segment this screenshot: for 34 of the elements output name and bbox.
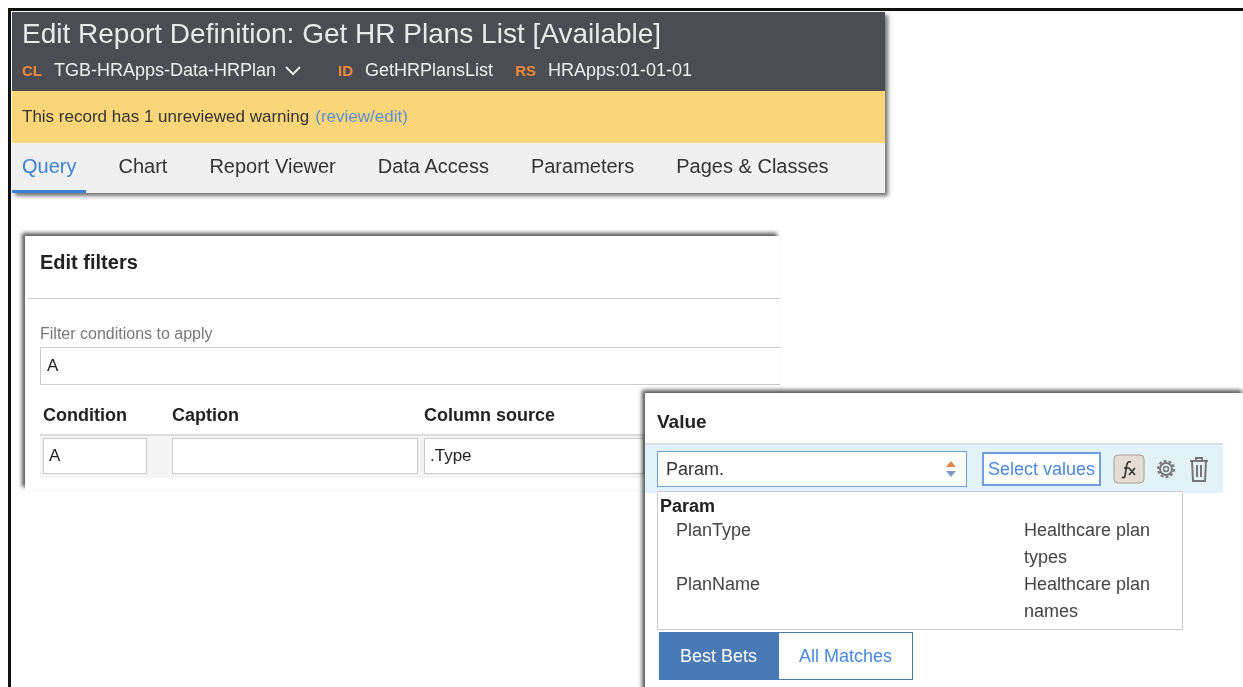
panel-title: Edit filters — [39, 250, 139, 275]
tab[interactable]: Report Viewer — [199, 143, 346, 193]
select-values-button[interactable]: Select values — [982, 452, 1102, 486]
value-field[interactable]: Param. — [657, 451, 967, 487]
match-tab[interactable]: Best Bets — [659, 632, 779, 680]
match-tab[interactable]: All Matches — [778, 632, 914, 680]
suggestion-name[interactable]: PlanType — [658, 517, 1024, 571]
meta-value: TGB-HRApps-Data-HRPlan — [54, 60, 277, 81]
suggestion-description: Healthcare plan names — [1024, 573, 1152, 623]
warning-text: This record has 1 unreviewed warning — [22, 107, 310, 127]
suggestion-name[interactable]: PlanName — [658, 571, 1024, 625]
meta-key: RS — [515, 62, 536, 79]
field-label: Filter conditions to apply — [40, 325, 214, 343]
tab[interactable]: Data Access — [367, 143, 499, 193]
tab[interactable]: Pages & Classes — [666, 143, 839, 193]
suggestion-description: Healthcare plan types — [1024, 519, 1152, 569]
conditions-field[interactable]: A — [40, 347, 780, 385]
meta-value: GetHRPlansList — [365, 60, 494, 81]
meta-key: CL — [22, 62, 42, 79]
meta-key: ID — [338, 62, 354, 79]
column-header: Column source — [424, 405, 557, 426]
column-header: Condition — [43, 405, 128, 426]
window-title: Edit Report Definition: Get HR Plans List [Available] — [22, 18, 663, 50]
meta-value: HRApps:01-01-01 — [547, 60, 693, 81]
column-header: Caption — [172, 405, 240, 426]
tab[interactable]: Parameters — [520, 143, 645, 193]
caption-field[interactable] — [172, 438, 418, 474]
function-icon[interactable] — [1113, 454, 1146, 484]
group-heading: Param — [659, 496, 717, 517]
panel-title: Value — [656, 410, 708, 434]
condition-field[interactable]: A — [43, 438, 147, 474]
chevron-icon[interactable] — [284, 64, 303, 77]
column-source-field[interactable]: .Type — [424, 438, 644, 474]
tab[interactable]: Chart — [108, 143, 178, 193]
